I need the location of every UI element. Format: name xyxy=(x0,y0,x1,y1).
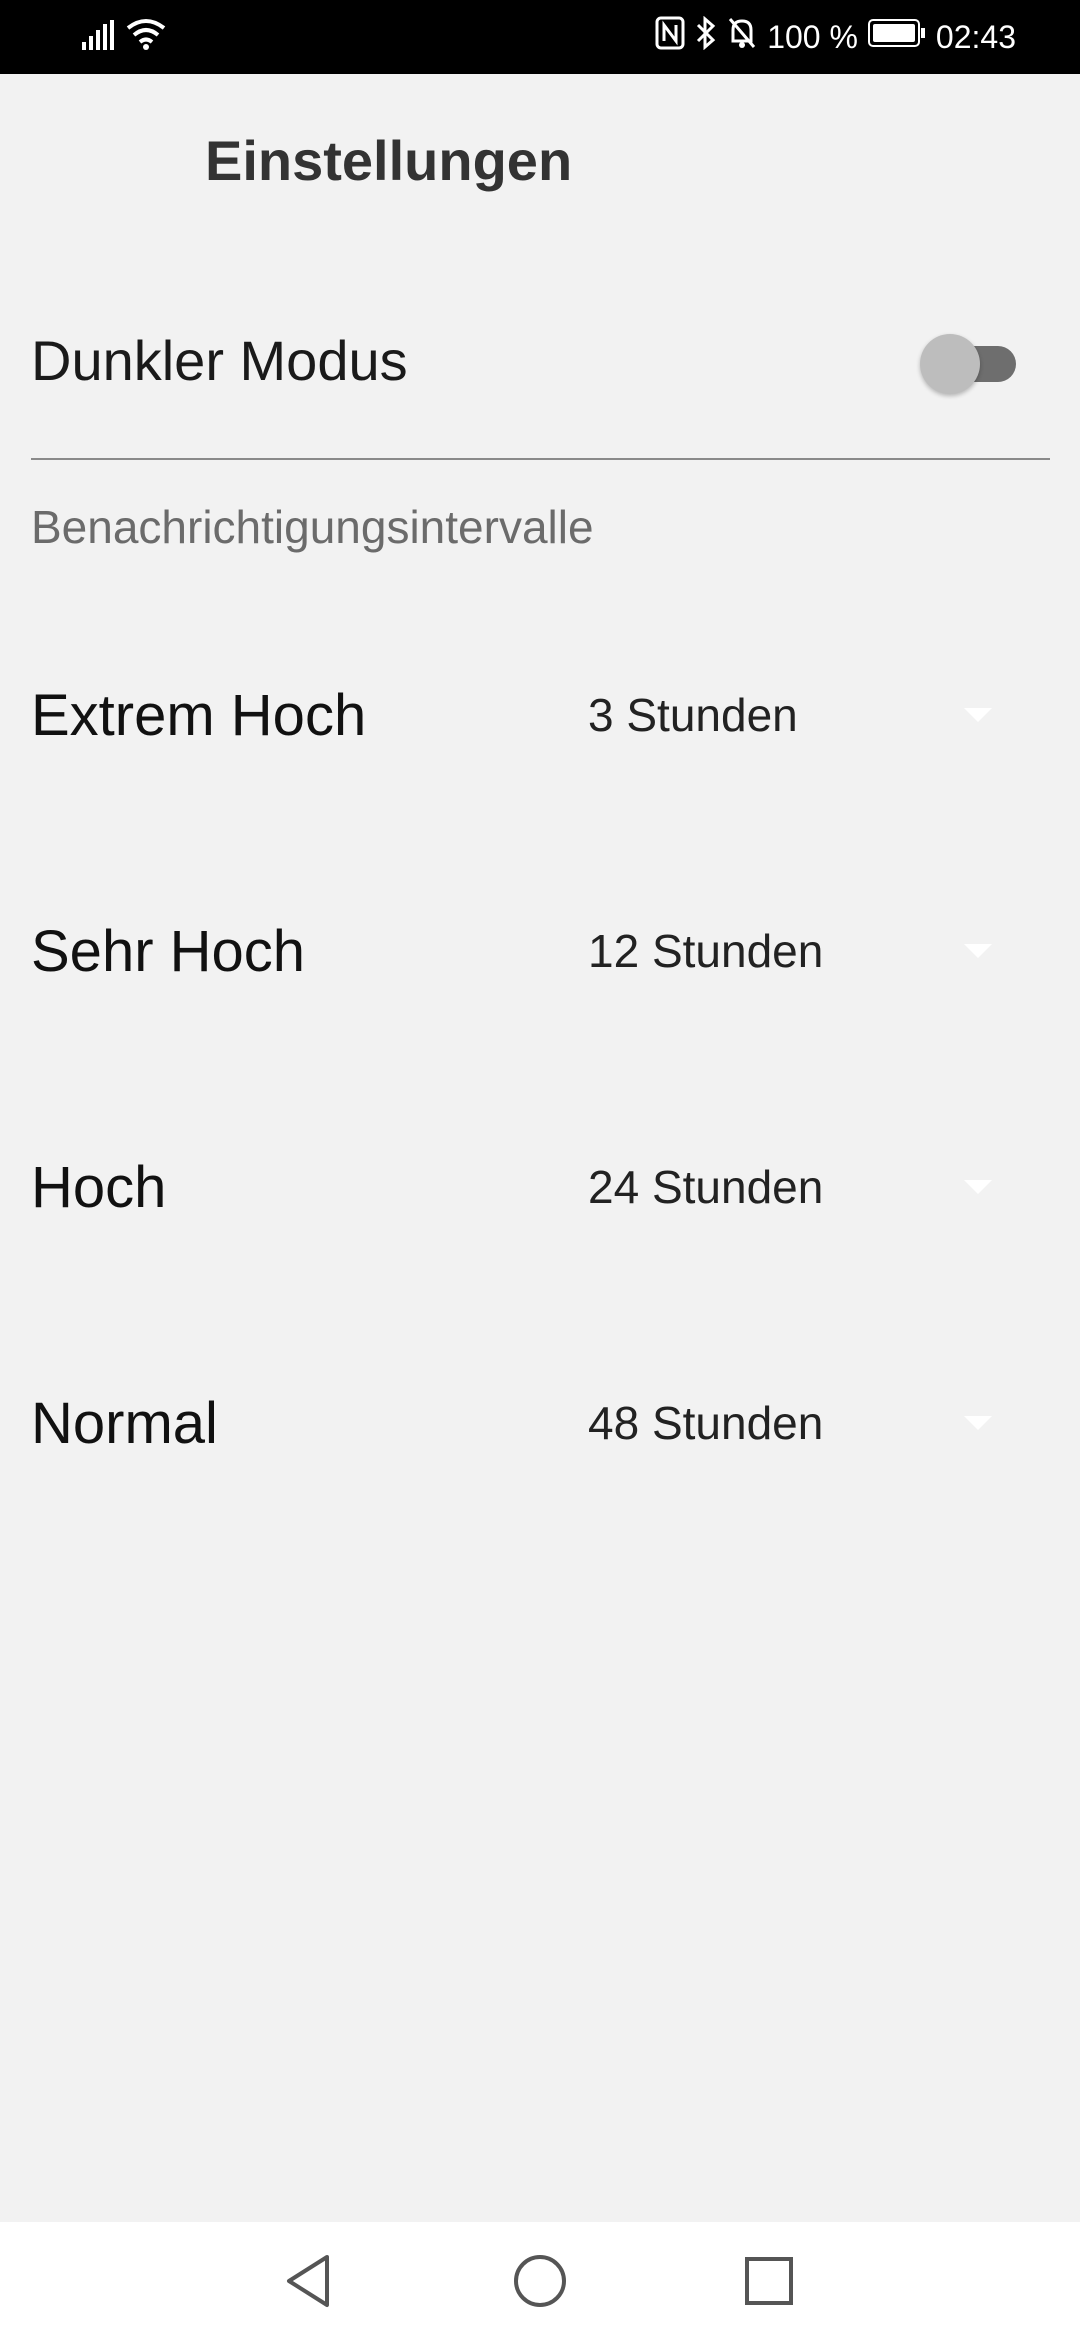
navigation-bar xyxy=(0,2222,1080,2340)
interval-row-normal: Normal 48 Stunden xyxy=(0,1364,1080,1484)
switch-thumb[interactable] xyxy=(920,334,980,394)
back-icon[interactable] xyxy=(274,2246,344,2316)
dropdown-arrow-icon[interactable] xyxy=(964,1180,992,1194)
status-bar-right: 100 % 02:43 xyxy=(655,14,1016,60)
dropdown-arrow-icon[interactable] xyxy=(964,944,992,958)
interval-value: 3 Stunden xyxy=(588,689,798,741)
page-title: Einstellungen xyxy=(205,129,573,192)
interval-label: Extrem Hoch xyxy=(31,683,367,748)
dark-mode-switch[interactable] xyxy=(918,330,1018,394)
recents-icon[interactable] xyxy=(734,2246,804,2316)
interval-dropdown[interactable]: 3 Stunden xyxy=(588,676,1008,756)
status-bar-left xyxy=(82,18,166,55)
interval-value: 12 Stunden xyxy=(588,925,824,977)
bluetooth-icon xyxy=(695,15,717,58)
interval-value: 48 Stunden xyxy=(588,1397,824,1449)
nfc-icon xyxy=(655,16,685,58)
interval-row-sehr-hoch: Sehr Hoch 12 Stunden xyxy=(0,892,1080,1012)
interval-label: Sehr Hoch xyxy=(31,919,306,984)
dropdown-arrow-icon[interactable] xyxy=(964,1416,992,1430)
home-icon[interactable] xyxy=(505,2246,575,2316)
wifi-icon xyxy=(126,18,166,55)
battery-icon xyxy=(867,18,926,56)
interval-dropdown[interactable]: 48 Stunden xyxy=(588,1384,1008,1464)
interval-label: Hoch xyxy=(31,1155,167,1220)
interval-row-extrem-hoch: Extrem Hoch 3 Stunden xyxy=(0,656,1080,776)
battery-percent: 100 % xyxy=(767,19,858,55)
dark-mode-row[interactable]: Dunkler Modus xyxy=(0,300,1080,420)
signal-icon xyxy=(82,20,116,55)
divider xyxy=(31,458,1050,460)
dark-mode-label: Dunkler Modus xyxy=(31,329,408,392)
interval-label: Normal xyxy=(31,1391,218,1456)
interval-dropdown[interactable]: 24 Stunden xyxy=(588,1148,1008,1228)
dropdown-arrow-icon[interactable] xyxy=(964,708,992,722)
notification-intervals-header: Benachrichtigungsintervalle xyxy=(31,501,594,553)
interval-row-hoch: Hoch 24 Stunden xyxy=(0,1128,1080,1248)
interval-value: 24 Stunden xyxy=(588,1161,824,1213)
status-time: 02:43 xyxy=(935,19,1016,55)
status-bar: 100 % 02:43 xyxy=(0,0,1080,74)
bell-off-icon xyxy=(727,16,757,58)
interval-dropdown[interactable]: 12 Stunden xyxy=(588,912,1008,992)
app-bar: Einstellungen xyxy=(0,74,1080,246)
